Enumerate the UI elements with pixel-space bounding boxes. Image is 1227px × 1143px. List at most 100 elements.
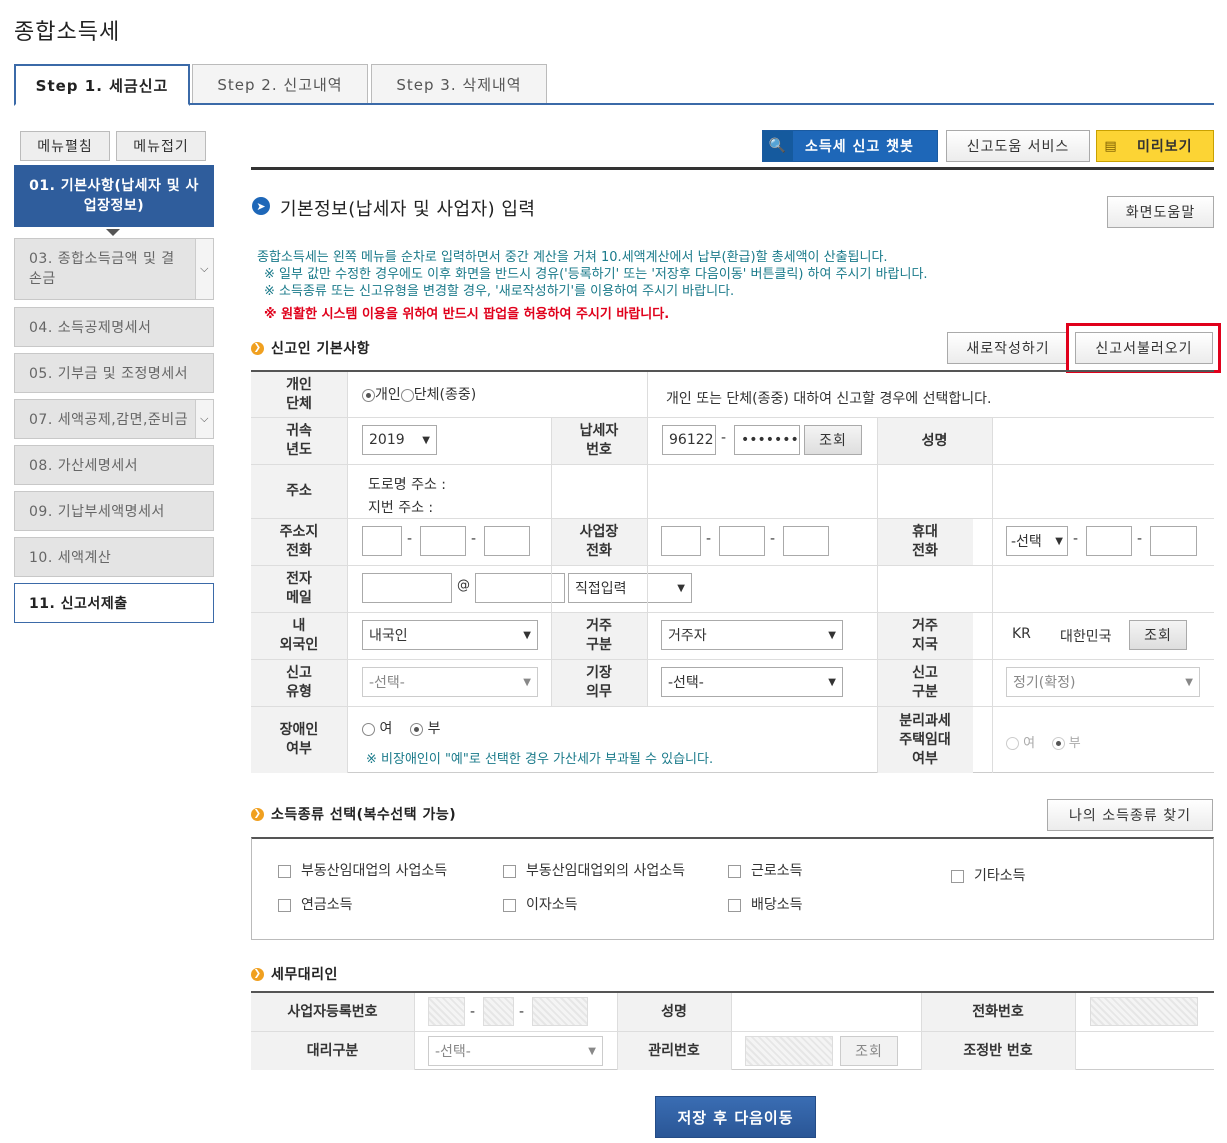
agent-type-select[interactable]: -선택- ▼ [428,1036,603,1066]
cell-divider [647,372,648,417]
disabled-yes-radio[interactable] [362,722,375,736]
notice-warning: ※ 원활한 시스템 이용을 위하여 반드시 팝업을 허용하여 주시기 바랍니다. [264,307,670,322]
report-type-select[interactable]: -선택- ▼ [362,667,538,697]
checkbox[interactable] [278,898,291,912]
agent-section-title: ❯ 세무대리인 [251,964,338,984]
highlight-box [1066,323,1221,373]
sidebar-item-prepaid[interactable]: 09. 기납부세액명세서 [14,491,214,531]
individual-radio[interactable] [362,388,375,402]
preview-button[interactable]: ▤ 미리보기 [1096,130,1214,162]
year-select[interactable]: 2019 ▼ [362,425,437,455]
agent-title-text: 세무대리인 [271,967,338,983]
col-divider [992,418,993,773]
agent-lookup-button[interactable]: 조회 [840,1036,898,1066]
home-phone-3[interactable] [484,526,530,556]
rental-radio-group: 여 부 [1006,732,1081,751]
find-income-button[interactable]: 나의 소득종류 찾기 [1047,799,1213,831]
income-option[interactable]: 배당소득 [728,894,803,914]
checkbox[interactable] [278,864,291,878]
new-write-button[interactable]: 새로작성하기 [947,332,1069,364]
content-top-rule [251,167,1214,170]
help-service-button[interactable]: 신고도움 서비스 [946,130,1090,162]
disabled-no-radio[interactable] [410,722,424,736]
home-phone-label: 주소지 전화 [251,519,347,565]
income-option-label: 이자소득 [526,897,578,913]
caret-down-icon: ▼ [677,582,685,594]
dash: - [470,1004,476,1020]
checkbox[interactable] [503,864,516,878]
taxpayer-lookup-button[interactable]: 조회 [804,425,862,455]
rental-yes-radio[interactable] [1006,737,1019,750]
caret-down-icon: ▼ [1185,676,1193,688]
basic-section-title: ❯ 신고인 기본사항 [251,338,370,358]
mobile-prefix-select[interactable]: -선택 ▼ [1006,526,1068,556]
sidebar-item-label: 03. 종합소득금액 및 결손금 [29,251,175,287]
country-lookup-button[interactable]: 조회 [1129,620,1187,650]
home-phone-2[interactable] [420,526,466,556]
agent-team-label: 조정반 번호 [921,1032,1075,1070]
biz-no-1 [428,997,465,1026]
col-divider [647,418,648,706]
resident-select[interactable]: 거주자 ▼ [661,620,843,650]
sidebar-item-calc[interactable]: 10. 세액계산 [14,537,214,577]
biz-phone-2[interactable] [719,526,765,556]
email-select-value: 직접입력 [575,581,627,597]
biz-phone-1[interactable] [661,526,701,556]
income-option-label: 부동산임대업의 사업소득 [301,863,448,879]
checkbox[interactable] [728,864,741,878]
document-icon: ▤ [1104,138,1118,154]
sidebar-item-label: 07. 세액공제,감면,준비금 [29,412,189,428]
report-class-select[interactable]: 정기(확정) ▼ [1006,667,1200,697]
chevron-down-icon[interactable]: ⌵ [195,239,213,299]
agent-type-value: -선택- [435,1044,471,1060]
mobile-2[interactable] [1086,526,1132,556]
menu-expand-button[interactable]: 메뉴펼침 [20,131,110,161]
home-phone-1[interactable] [362,526,402,556]
chatbot-button[interactable]: 🔍 소득세 신고 챗봇 [762,130,938,162]
email-label: 전자 메일 [251,566,347,612]
sidebar-item-donation[interactable]: 05. 기부금 및 조정명세서 [14,353,214,393]
biz-no-3 [532,997,588,1026]
rental-no-radio[interactable] [1051,737,1065,750]
col-divider [347,372,348,773]
sidebar-item-basic[interactable]: 01. 기본사항(납세자 및 사업장정보) [14,165,214,227]
checkbox[interactable] [503,898,516,912]
income-option[interactable]: 근로소득 [728,860,803,880]
col-divider [551,418,552,706]
checkbox[interactable] [728,898,741,912]
individual-label: 개인 단체 [251,372,347,417]
checkbox[interactable] [951,869,964,883]
bookkeeping-label: 기장 의무 [551,660,647,706]
sidebar-item-submit[interactable]: 11. 신고서제출 [14,583,214,623]
caret-down-icon: ▼ [588,1045,596,1057]
foreign-select[interactable]: 내국인 ▼ [362,620,538,650]
income-option[interactable]: 부동산임대업외의 사업소득 [503,860,685,880]
sidebar-item-penalty[interactable]: 08. 가산세명세서 [14,445,214,485]
sidebar-item-income[interactable]: 03. 종합소득금액 및 결손금 ⌵ [14,238,214,300]
email-id-input[interactable] [362,573,452,603]
yes-label: 여 [1023,736,1036,751]
income-option[interactable]: 연금소득 [278,894,353,914]
mobile-3[interactable] [1150,526,1197,556]
income-option[interactable]: 이자소득 [503,894,578,914]
income-option[interactable]: 기타소득 [951,865,1026,885]
income-option[interactable]: 부동산임대업의 사업소득 [278,860,447,880]
taxpayer-back-input[interactable]: ••••••• [734,425,800,455]
group-radio[interactable] [400,388,414,402]
biz-phone-3[interactable] [783,526,829,556]
bookkeeping-select[interactable]: -선택- ▼ [661,667,843,697]
sidebar-item-credit[interactable]: 07. 세액공제,감면,준비금 ⌵ [14,399,214,439]
tab-step2[interactable]: Step 2. 신고내역 [192,64,368,104]
page-title: 종합소득세 [14,20,121,45]
email-domain-select[interactable]: 직접입력 ▼ [568,573,692,603]
notice-line: ※ 소득종류 또는 신고유형을 변경할 경우, '새로작성하기'를 이용하여 주… [264,284,735,299]
screen-help-button[interactable]: 화면도움말 [1107,196,1214,228]
tab-step1[interactable]: Step 1. 세금신고 [14,64,190,106]
sidebar-item-deduction[interactable]: 04. 소득공제명세서 [14,307,214,347]
menu-collapse-button[interactable]: 메뉴접기 [116,131,206,161]
tab-step3[interactable]: Step 3. 삭제내역 [371,64,547,104]
save-next-button[interactable]: 저장 후 다음이동 [655,1096,816,1138]
group-radio-label: 단체(종중) [413,387,477,403]
chevron-down-icon[interactable]: ⌵ [195,400,213,438]
taxpayer-front-input[interactable]: 96122 [662,425,716,455]
